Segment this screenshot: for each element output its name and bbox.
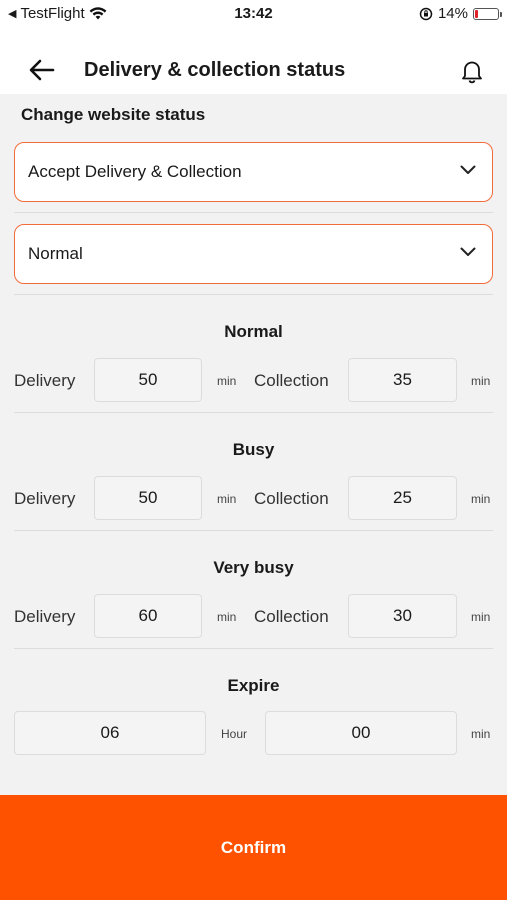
busy-level-value: Normal <box>28 244 83 263</box>
collection-label: Collection <box>254 371 329 390</box>
website-status-label: Change website status <box>21 105 206 124</box>
confirm-label: Confirm <box>220 837 287 857</box>
hour-unit-label: Hour <box>221 727 248 741</box>
divider <box>14 648 493 649</box>
divider <box>14 212 493 213</box>
unit-label: min <box>471 610 491 624</box>
very-busy-delivery-input[interactable]: 60 <box>94 594 202 638</box>
chevron-down-icon <box>460 165 476 174</box>
expire-title: Expire <box>227 676 280 695</box>
very-busy-collection-input[interactable]: 30 <box>348 594 457 638</box>
divider <box>14 294 493 295</box>
busy-delivery-input[interactable]: 50 <box>94 476 202 520</box>
group-title-very-busy: Very busy <box>213 558 294 577</box>
divider <box>14 530 493 531</box>
collection-label: Collection <box>254 607 329 626</box>
expire-min-input[interactable]: 00 <box>265 711 457 755</box>
website-mode-value: Accept Delivery & Collection <box>28 162 242 181</box>
status-bar: ◀ TestFlight 13:42 14% <box>0 0 507 30</box>
unit-label: min <box>217 374 237 388</box>
normal-delivery-input[interactable]: 50 <box>94 358 202 402</box>
delivery-label: Delivery <box>14 371 76 390</box>
orientation-lock-icon <box>419 7 433 20</box>
website-mode-select[interactable]: Accept Delivery & Collection <box>14 142 493 202</box>
delivery-label: Delivery <box>14 607 76 626</box>
app-header: Delivery & collection status <box>0 30 507 94</box>
status-bar-right: 14% <box>419 5 502 22</box>
unit-label: min <box>471 492 491 506</box>
chevron-down-icon <box>460 247 476 256</box>
busy-level-select[interactable]: Normal <box>14 224 493 284</box>
collection-label: Collection <box>254 489 329 508</box>
unit-label: min <box>217 610 237 624</box>
unit-label: min <box>471 374 491 388</box>
normal-collection-input[interactable]: 35 <box>348 358 457 402</box>
group-title-busy: Busy <box>232 440 275 459</box>
bell-icon[interactable] <box>459 58 485 84</box>
battery-percent: 14% <box>437 5 468 22</box>
confirm-button[interactable]: Confirm <box>0 795 507 900</box>
battery-icon <box>473 7 502 20</box>
back-arrow-icon[interactable] <box>28 58 56 82</box>
busy-collection-input[interactable]: 25 <box>348 476 457 520</box>
min-unit-label: min <box>471 727 491 741</box>
page-title: Delivery & collection status <box>84 59 346 81</box>
group-title-normal: Normal <box>224 322 283 341</box>
expire-hour-input[interactable]: 06 <box>14 711 206 755</box>
divider <box>14 412 493 413</box>
unit-label: min <box>217 492 237 506</box>
delivery-label: Delivery <box>14 489 76 508</box>
